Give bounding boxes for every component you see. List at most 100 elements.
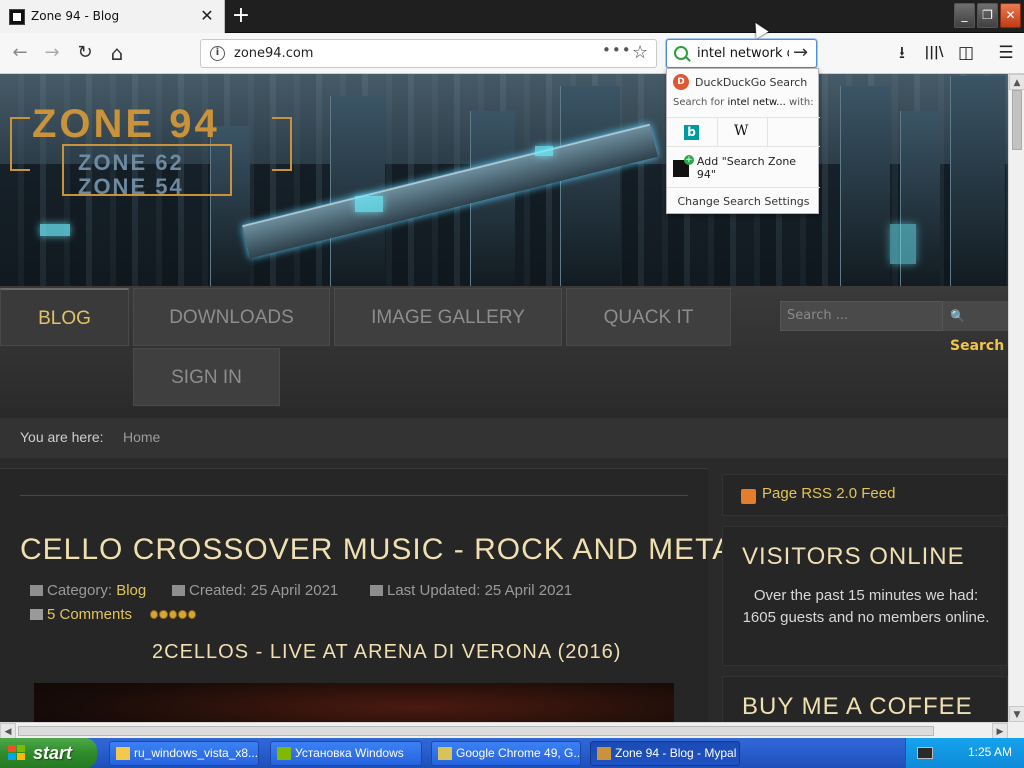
rating-star-icon: [178, 610, 187, 619]
menu-item-image-gallery[interactable]: IMAGE GALLERY: [334, 288, 562, 346]
windows-taskbar: start ru_windows_vista_x8... Установка W…: [0, 738, 1024, 768]
logo-sub-text: ZONE 54: [78, 174, 184, 199]
divider: [717, 118, 718, 147]
folder-icon: [30, 585, 43, 596]
video-title: 2CELLOS - LIVE AT ARENA DI VERONA (2016): [152, 641, 622, 663]
add-engine-label: Add "Search Zone 94": [696, 155, 797, 181]
search-engine-icon[interactable]: [674, 46, 688, 60]
sidebar-icon[interactable]: ◫: [952, 39, 980, 67]
search-input[interactable]: intel network d: [697, 46, 789, 61]
article-title[interactable]: CELLO CROSSOVER MUSIC - ROCK AND METAL: [20, 533, 751, 567]
maximize-button[interactable]: ❐: [977, 3, 998, 28]
taskbar-item-label: Установка Windows: [295, 746, 404, 760]
keyboard-icon[interactable]: [917, 747, 933, 759]
article: CELLO CROSSOVER MUSIC - ROCK AND METAL C…: [0, 468, 750, 722]
reload-button[interactable]: ↻: [71, 39, 99, 67]
chrome-icon: [438, 747, 452, 760]
category-label: Category:: [47, 582, 113, 599]
downloads-icon[interactable]: ⭳: [888, 39, 916, 67]
menu-item-blog[interactable]: BLOG: [0, 288, 129, 346]
search-for-query: intel netw...: [727, 97, 786, 108]
dropdown-engine-header: D DuckDuckGo Search: [673, 74, 807, 90]
close-window-button[interactable]: ✕: [1000, 3, 1021, 28]
add-search-engine-item[interactable]: Add "Search Zone 94": [673, 154, 818, 181]
logo-sub-text: ZONE 62: [78, 150, 184, 175]
minimize-button[interactable]: _: [954, 3, 975, 28]
wikipedia-icon[interactable]: W: [734, 123, 748, 139]
menu-icon[interactable]: ☰: [992, 39, 1020, 67]
logo-tile: [8, 745, 16, 752]
tab-title: Zone 94 - Blog: [31, 9, 120, 23]
bing-icon[interactable]: b: [684, 125, 699, 140]
star-rating[interactable]: [150, 610, 197, 620]
divider: [20, 495, 688, 496]
vertical-scroll-thumb[interactable]: [1012, 90, 1022, 150]
logo-tile: [17, 745, 25, 752]
banner-light: [535, 146, 553, 156]
folder-icon: [116, 747, 130, 760]
rss-icon: [741, 489, 756, 504]
scroll-down-button[interactable]: ▼: [1009, 706, 1024, 722]
banner-building: [840, 86, 890, 286]
rating-star-icon: [150, 610, 159, 619]
scroll-up-button[interactable]: ▲: [1009, 74, 1024, 90]
taskbar-clock[interactable]: 1:25 AM: [968, 745, 1012, 759]
tab-zone94[interactable]: Zone 94 - Blog ✕: [0, 0, 225, 33]
back-button[interactable]: ←: [6, 39, 34, 67]
scroll-left-button[interactable]: ◀: [0, 723, 16, 739]
banner-light: [355, 196, 383, 212]
search-for-prefix: Search for: [673, 97, 725, 108]
article-created: Created: 25 April 2021: [172, 582, 338, 599]
logo-frame: [10, 117, 30, 171]
coffee-title: BUY ME A COFFEE: [742, 693, 973, 720]
site-logo[interactable]: ZONE 94 ZONE 62 ZONE 54: [10, 92, 300, 202]
new-tab-button[interactable]: +: [226, 2, 256, 30]
start-button[interactable]: start: [0, 738, 97, 768]
rss-link[interactable]: Page RSS 2.0 Feed: [762, 485, 895, 502]
rating-star-icon: [159, 610, 168, 619]
change-search-settings-button[interactable]: Change Search Settings: [667, 187, 820, 215]
comments-count: 5 Comments: [47, 606, 133, 623]
search-icon: 🔍: [950, 309, 965, 323]
menu-item-sign-in[interactable]: SIGN IN: [133, 348, 280, 406]
info-icon[interactable]: i: [210, 46, 225, 61]
search-suggestions-popup: D DuckDuckGo Search Search for intel netw…: [666, 68, 820, 215]
tab-close-button[interactable]: ✕: [196, 4, 218, 28]
url-text[interactable]: zone94.com: [234, 46, 313, 61]
scroll-right-button[interactable]: ▶: [992, 723, 1008, 739]
horizontal-scrollbar[interactable]: ◀ ▶: [0, 722, 1008, 739]
rss-widget: Page RSS 2.0 Feed: [722, 474, 1008, 516]
rating-star-icon: [168, 610, 178, 619]
menu-item-downloads[interactable]: DOWNLOADS: [133, 288, 330, 346]
comments-link[interactable]: 5 Comments: [30, 606, 132, 623]
page-actions-button[interactable]: •••: [602, 41, 632, 59]
taskbar-item-folder[interactable]: ru_windows_vista_x8...: [109, 741, 259, 766]
category-link[interactable]: Blog: [116, 582, 146, 599]
site-search-input[interactable]: Search ...: [780, 301, 943, 331]
video-embed[interactable]: [34, 683, 674, 722]
mypal-icon: [597, 747, 611, 760]
url-bar[interactable]: i zone94.com ••• ☆: [200, 39, 657, 68]
breadcrumb-home-link[interactable]: Home: [123, 429, 160, 445]
search-go-button[interactable]: →: [793, 42, 808, 63]
menu-item-quack-it[interactable]: QUACK IT: [566, 288, 731, 346]
vertical-scrollbar[interactable]: ▲ ▼: [1008, 74, 1024, 722]
horizontal-scroll-thumb[interactable]: [18, 726, 934, 736]
logo-frame: [272, 117, 292, 171]
taskbar-item-windows-setup[interactable]: Установка Windows: [270, 741, 422, 766]
home-button[interactable]: ⌂: [103, 39, 131, 67]
forward-button[interactable]: →: [38, 39, 66, 67]
banner-light: [40, 224, 70, 236]
tab-strip: Zone 94 - Blog ✕ + _ ❐ ✕: [0, 0, 1024, 33]
library-icon[interactable]: |||\: [920, 39, 948, 67]
article-category: Category: Blog: [30, 582, 146, 599]
rating-star-icon: [187, 610, 197, 619]
updated-date: Last Updated: 25 April 2021: [387, 582, 573, 599]
breadcrumb-label: You are here:: [20, 429, 104, 445]
site-search-button[interactable]: 🔍 Search: [943, 301, 1008, 354]
comment-icon: [30, 609, 43, 620]
taskbar-item-mypal[interactable]: Zone 94 - Blog - Mypal: [590, 741, 740, 766]
taskbar-item-chrome[interactable]: Google Chrome 49, G...: [431, 741, 581, 766]
search-bar[interactable]: intel network d →: [666, 39, 817, 68]
bookmark-star-icon[interactable]: ☆: [632, 42, 648, 63]
